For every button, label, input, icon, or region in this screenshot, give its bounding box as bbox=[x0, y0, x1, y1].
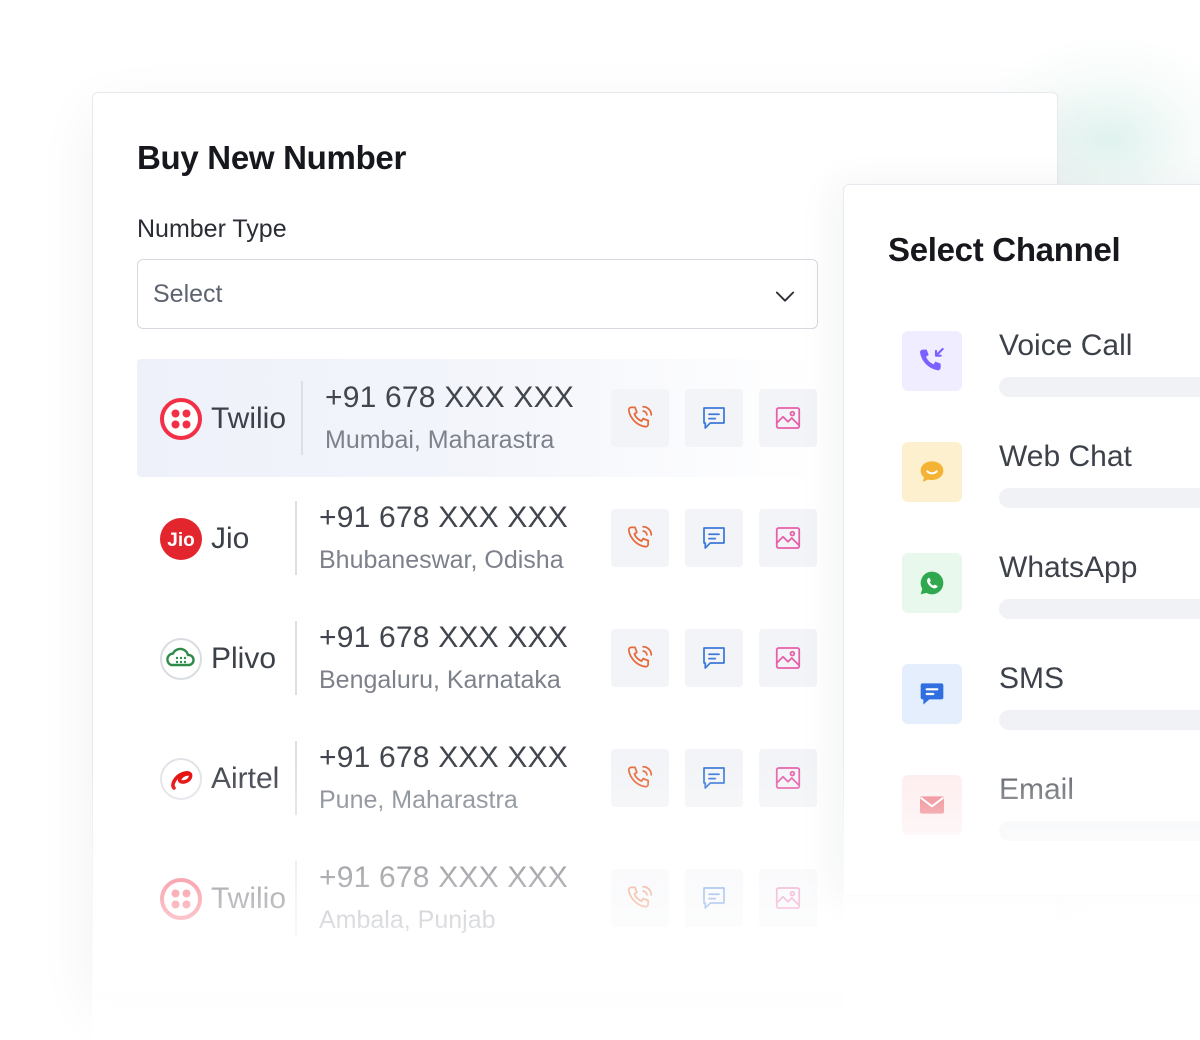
number-row[interactable]: Airtel +91 678 XXX XXX Pune, Maharastra bbox=[137, 719, 818, 837]
provider-name: Plivo bbox=[211, 642, 277, 675]
channel-label: Web Chat bbox=[999, 440, 1132, 473]
whatsapp-icon bbox=[902, 553, 962, 613]
phone-number: +91 678 XXX XXX bbox=[325, 381, 575, 414]
image-icon bbox=[775, 527, 801, 549]
svg-text:Jio: Jio bbox=[167, 530, 194, 551]
media-action-button[interactable] bbox=[759, 749, 817, 807]
chat-action-button[interactable] bbox=[685, 389, 743, 447]
provider: Twilio bbox=[159, 877, 286, 921]
chat-action-button[interactable] bbox=[685, 509, 743, 567]
chat-icon bbox=[703, 647, 725, 669]
divider bbox=[295, 621, 297, 695]
image-icon bbox=[775, 767, 801, 789]
chat-icon bbox=[703, 767, 725, 789]
location: Bengaluru, Karnataka bbox=[319, 666, 561, 694]
channel-placeholder-bar bbox=[999, 377, 1200, 397]
chat-icon bbox=[703, 887, 725, 909]
channel-label: Voice Call bbox=[999, 329, 1133, 362]
phone-call-icon bbox=[627, 645, 653, 668]
call-action-button[interactable] bbox=[611, 869, 669, 927]
voice-call-icon bbox=[902, 331, 962, 391]
phone-call-icon bbox=[627, 885, 653, 908]
phone-call-icon bbox=[627, 765, 653, 788]
channel-placeholder-bar bbox=[999, 599, 1200, 619]
twilio-logo-icon bbox=[159, 397, 203, 441]
provider-name: Airtel bbox=[211, 762, 280, 795]
select-channel-card: Select Channel Voice Call Web Chat Whats… bbox=[843, 184, 1200, 896]
call-action-button[interactable] bbox=[611, 509, 669, 567]
chat-icon bbox=[703, 527, 725, 549]
number-row[interactable]: Twilio +91 678 XXX XXX Mumbai, Maharastr… bbox=[137, 359, 818, 477]
chevron-down-icon bbox=[775, 291, 795, 302]
phone-number: +91 678 XXX XXX bbox=[319, 861, 569, 894]
location: Pune, Maharastra bbox=[319, 786, 518, 814]
provider: Twilio bbox=[159, 397, 286, 441]
channel-item-web-chat[interactable]: Web Chat bbox=[902, 440, 1200, 522]
channel-placeholder-bar bbox=[999, 821, 1200, 841]
provider-name: Twilio bbox=[211, 882, 287, 915]
chat-icon bbox=[703, 407, 725, 429]
email-icon bbox=[902, 775, 962, 835]
phone-number: +91 678 XXX XXX bbox=[319, 741, 569, 774]
divider bbox=[301, 381, 303, 455]
location: Mumbai, Maharastra bbox=[325, 426, 555, 454]
divider bbox=[295, 501, 297, 575]
call-action-button[interactable] bbox=[611, 749, 669, 807]
phone-call-icon bbox=[627, 405, 653, 428]
twilio-logo-icon bbox=[159, 877, 203, 921]
phone-call-icon bbox=[627, 525, 653, 548]
call-action-button[interactable] bbox=[611, 629, 669, 687]
number-type-label: Number Type bbox=[137, 215, 287, 243]
sms-icon bbox=[902, 664, 962, 724]
phone-number: +91 678 XXX XXX bbox=[319, 621, 569, 654]
chat-action-button[interactable] bbox=[685, 749, 743, 807]
card-title: Buy New Number bbox=[137, 139, 407, 176]
channel-item-sms[interactable]: SMS bbox=[902, 662, 1200, 744]
image-icon bbox=[775, 887, 801, 909]
number-row[interactable]: Plivo +91 678 XXX XXX Bengaluru, Karnata… bbox=[137, 599, 818, 717]
number-type-select[interactable]: Select bbox=[137, 259, 818, 329]
channel-label: SMS bbox=[999, 662, 1065, 695]
channel-item-email[interactable]: Email bbox=[902, 773, 1200, 855]
divider bbox=[295, 741, 297, 815]
media-action-button[interactable] bbox=[759, 389, 817, 447]
media-action-button[interactable] bbox=[759, 509, 817, 567]
airtel-logo-icon bbox=[159, 757, 203, 801]
number-row[interactable]: Jio Jio +91 678 XXX XXX Bhubaneswar, Odi… bbox=[137, 479, 818, 597]
channel-label: WhatsApp bbox=[999, 551, 1138, 584]
jio-logo-icon: Jio bbox=[159, 517, 203, 561]
select-value: Select bbox=[153, 280, 223, 308]
channel-label: Email bbox=[999, 773, 1075, 806]
divider bbox=[295, 861, 297, 935]
card-title: Select Channel bbox=[888, 231, 1121, 268]
channel-item-voice-call[interactable]: Voice Call bbox=[902, 329, 1200, 411]
provider: Plivo bbox=[159, 637, 276, 681]
provider-name: Jio bbox=[211, 522, 250, 555]
channel-placeholder-bar bbox=[999, 488, 1200, 508]
provider: Airtel bbox=[159, 757, 279, 801]
provider-name: Twilio bbox=[211, 402, 287, 435]
chat-action-button[interactable] bbox=[685, 869, 743, 927]
phone-number: +91 678 XXX XXX bbox=[319, 501, 569, 534]
provider: Jio Jio bbox=[159, 517, 249, 561]
image-icon bbox=[775, 647, 801, 669]
channel-item-whatsapp[interactable]: WhatsApp bbox=[902, 551, 1200, 633]
image-icon bbox=[775, 407, 801, 429]
channel-placeholder-bar bbox=[999, 710, 1200, 730]
plivo-logo-icon bbox=[159, 637, 203, 681]
chat-action-button[interactable] bbox=[685, 629, 743, 687]
location: Ambala, Punjab bbox=[319, 906, 496, 934]
location: Bhubaneswar, Odisha bbox=[319, 546, 564, 574]
call-action-button[interactable] bbox=[611, 389, 669, 447]
number-row[interactable]: Twilio +91 678 XXX XXX Ambala, Punjab bbox=[137, 839, 818, 957]
media-action-button[interactable] bbox=[759, 629, 817, 687]
web-chat-icon bbox=[902, 442, 962, 502]
media-action-button[interactable] bbox=[759, 869, 817, 927]
